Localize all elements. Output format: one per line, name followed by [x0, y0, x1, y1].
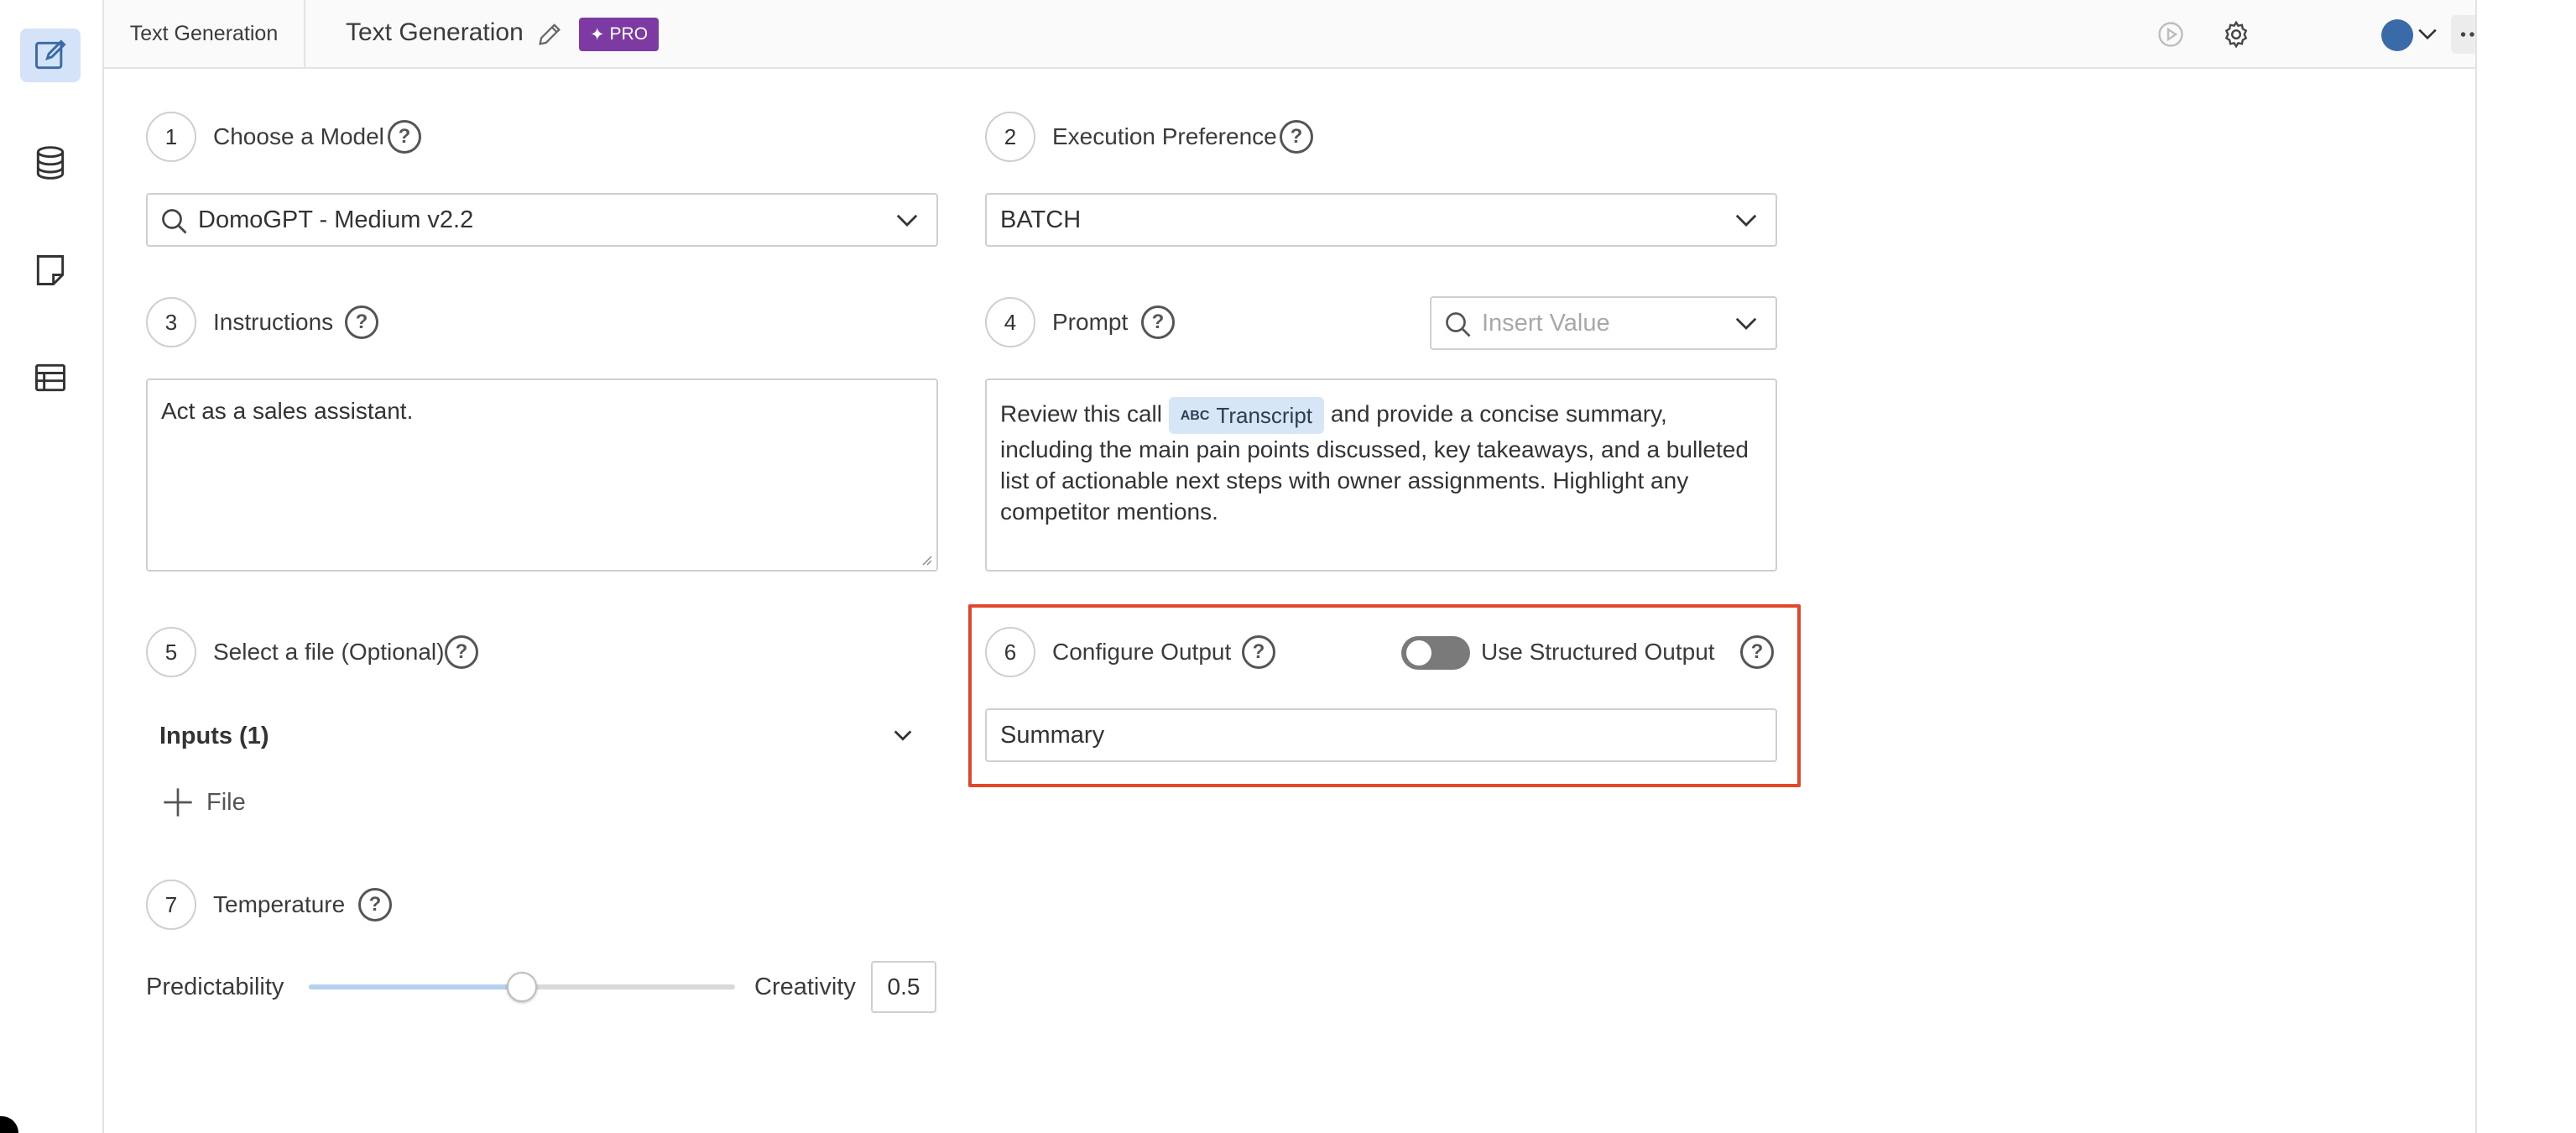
chevron-down-icon: [1735, 317, 1757, 330]
plus-icon: [164, 788, 192, 817]
choose-model-label: Choose a Model: [213, 123, 384, 149]
help-icon[interactable]: ?: [1242, 635, 1275, 669]
right-panel-edge: [2475, 0, 2576, 1133]
pencil-icon[interactable]: [535, 20, 564, 49]
add-file-label: File: [206, 788, 246, 816]
edit-icon: [35, 39, 66, 70]
help-icon[interactable]: ?: [1280, 120, 1313, 154]
help-icon[interactable]: ?: [1740, 635, 1774, 669]
help-icon[interactable]: ?: [358, 888, 392, 922]
note-icon: [36, 255, 65, 285]
execution-preference-label: Execution Preference: [1052, 123, 1277, 149]
avatar[interactable]: [2381, 19, 2413, 51]
structured-output-toggle[interactable]: [1401, 636, 1470, 670]
pro-badge: ✦ PRO: [579, 18, 659, 51]
chip-label: Transcript: [1216, 402, 1313, 428]
instructions-textarea[interactable]: Act as a sales assistant.: [146, 379, 938, 572]
chevron-down-icon: [896, 214, 918, 227]
sidebar-item-data[interactable]: [20, 136, 81, 190]
step-number: 2: [985, 112, 1035, 162]
sparkle-icon: ✦: [589, 24, 605, 44]
search-icon: [1446, 312, 1471, 337]
slider-fill: [309, 984, 522, 989]
help-icon[interactable]: ?: [1141, 305, 1175, 339]
search-icon: [162, 209, 187, 234]
configure-output-label: Configure Output: [1052, 639, 1232, 665]
table-icon: [35, 363, 65, 392]
execution-select-value: BATCH: [1000, 206, 1082, 233]
sidebar: [0, 0, 104, 1133]
prompt-label: Prompt: [1052, 309, 1129, 335]
pro-badge-label: PRO: [609, 24, 649, 44]
temperature-value[interactable]: 0.5: [871, 961, 936, 1013]
select-file-label: Select a file (Optional): [213, 639, 445, 665]
model-select-value: DomoGPT - Medium v2.2: [198, 206, 474, 233]
predictability-label: Predictability: [146, 974, 284, 1000]
text-type-icon: ABC: [1180, 408, 1210, 423]
execution-select[interactable]: BATCH: [985, 193, 1777, 247]
insert-value-select[interactable]: Insert Value: [1430, 296, 1777, 350]
prompt-text-before: Review this call: [1000, 400, 1162, 427]
sidebar-item-table[interactable]: [20, 351, 81, 405]
inputs-label: Inputs (1): [159, 723, 269, 749]
chevron-down-icon: [1735, 214, 1757, 227]
run-button[interactable]: [2153, 17, 2188, 52]
settings-button[interactable]: [2219, 17, 2254, 52]
instructions-text: Act as a sales assistant.: [161, 398, 414, 424]
temperature-slider[interactable]: [309, 972, 735, 1002]
temperature-label: Temperature: [213, 891, 346, 917]
sidebar-item-notes[interactable]: [20, 243, 81, 297]
play-icon: [2158, 22, 2183, 47]
instructions-label: Instructions: [213, 309, 334, 335]
variable-chip-transcript[interactable]: ABC Transcript: [1168, 397, 1325, 434]
help-icon[interactable]: ?: [345, 305, 378, 339]
tab-text-generation[interactable]: Text Generation: [104, 0, 305, 67]
toggle-knob: [1406, 640, 1431, 666]
help-icon[interactable]: ?: [445, 635, 478, 669]
database-icon: [36, 146, 65, 180]
resize-grip-icon[interactable]: [920, 553, 933, 566]
step-number: 1: [146, 112, 196, 162]
output-name-input[interactable]: Summary: [985, 708, 1777, 762]
slider-handle[interactable]: [507, 972, 537, 1002]
chevron-down-icon[interactable]: [891, 727, 915, 744]
step-number: 4: [985, 297, 1035, 347]
page-title: Text Generation: [346, 18, 524, 46]
step-number: 5: [146, 627, 196, 677]
model-select[interactable]: DomoGPT - Medium v2.2: [146, 193, 938, 247]
header: Text Generation Text Generation ✦ PRO: [104, 0, 2553, 69]
step-number: 3: [146, 297, 196, 347]
insert-value-placeholder: Insert Value: [1482, 310, 1610, 337]
add-file-button[interactable]: File: [161, 786, 246, 819]
sidebar-item-edit[interactable]: [20, 29, 81, 82]
creativity-label: Creativity: [754, 974, 856, 1000]
gear-icon: [2224, 20, 2248, 49]
step-number: 7: [146, 880, 196, 930]
structured-output-label: Use Structured Output: [1481, 639, 1715, 665]
prompt-textarea[interactable]: Review this call ABC Transcript and prov…: [985, 379, 1777, 572]
step-number: 6: [985, 627, 1035, 677]
chevron-down-icon[interactable]: [2417, 25, 2438, 44]
help-icon[interactable]: ?: [388, 120, 421, 154]
